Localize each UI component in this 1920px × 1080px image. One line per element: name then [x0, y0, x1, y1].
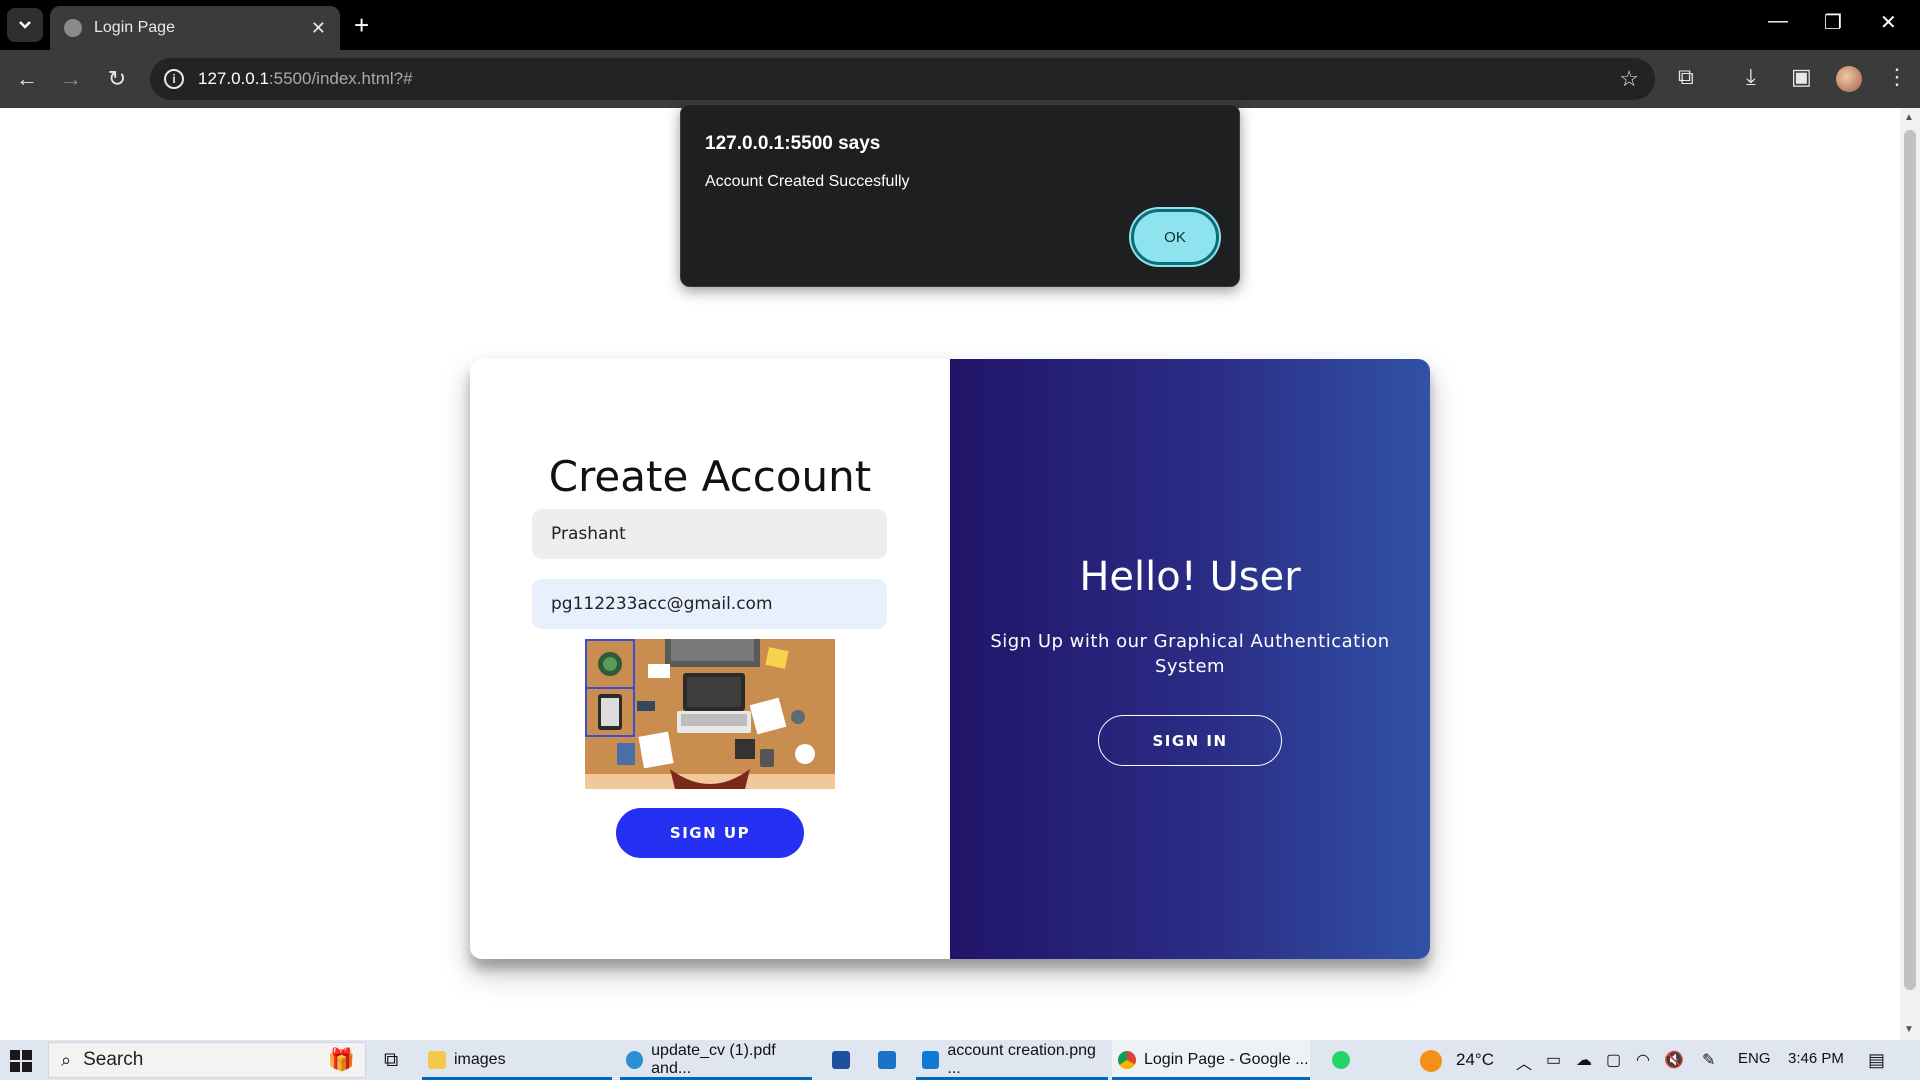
graphical-password-image[interactable]	[585, 639, 835, 789]
create-account-heading: Create Account	[548, 452, 872, 501]
taskbar-item-label: account creation.png ...	[947, 1042, 1096, 1077]
site-info-icon[interactable]: i	[164, 69, 184, 89]
scrollbar-thumb[interactable]	[1904, 130, 1916, 990]
display-icon[interactable]: ▢	[1606, 1050, 1621, 1070]
vscode-icon	[922, 1051, 940, 1069]
extensions-icon[interactable]: ⧉	[1678, 64, 1694, 90]
taskbar-item-label: images	[454, 1051, 506, 1068]
battery-icon[interactable]: ▭	[1546, 1050, 1561, 1070]
taskbar-item-label: Login Page - Google ...	[1144, 1051, 1309, 1068]
browser-tab-strip: Login Page ✕ + — ❐ ✕	[0, 0, 1920, 50]
folder-icon	[428, 1051, 446, 1069]
ok-button[interactable]: OK	[1131, 209, 1219, 265]
gift-icon: 🎁	[327, 1047, 355, 1072]
minimize-icon[interactable]: —	[1768, 10, 1788, 33]
side-panel-icon[interactable]: ▣	[1791, 64, 1812, 90]
taskbar-item-images[interactable]: images	[422, 1040, 612, 1080]
profile-avatar[interactable]	[1836, 66, 1862, 92]
mail-icon[interactable]	[872, 1040, 904, 1080]
taskbar-item-chrome[interactable]: Login Page - Google ...	[1112, 1040, 1310, 1080]
email-input[interactable]: pg112233acc@gmail.com	[532, 579, 887, 629]
forward-icon[interactable]: →	[56, 64, 86, 94]
windows-taskbar: ⌕ Search 🎁 ⧉ images update_cv (1).pdf an…	[0, 1040, 1920, 1080]
url-host: 127.0.0.1	[198, 69, 269, 88]
overlay-subtext: Sign Up with our Graphical Authenticatio…	[990, 631, 1390, 677]
browser-toolbar: ← → ↻ i 127.0.0.1:5500/index.html?# ☆ ⧉ …	[0, 50, 1920, 108]
notifications-icon[interactable]: ▤	[1868, 1050, 1885, 1071]
globe-icon	[64, 19, 82, 37]
tab-search-button[interactable]	[7, 8, 43, 42]
overlay-panel: Hello! User Sign Up with our Graphical A…	[950, 359, 1430, 959]
dialog-message: Account Created Succesfully	[705, 173, 910, 190]
bookmark-star-icon[interactable]: ☆	[1619, 66, 1639, 92]
window-close-icon[interactable]: ✕	[1880, 10, 1897, 35]
whatsapp-icon-glyph	[1332, 1051, 1350, 1069]
name-input[interactable]: Prashant	[532, 509, 887, 559]
taskbar-item-vscode[interactable]: account creation.png ...	[916, 1040, 1108, 1080]
address-bar[interactable]: i 127.0.0.1:5500/index.html?# ☆	[150, 58, 1655, 100]
alert-dialog: 127.0.0.1:5500 says Account Created Succ…	[680, 104, 1240, 287]
tab-close-icon[interactable]: ✕	[311, 18, 326, 39]
download-icon[interactable]: ⤓	[1746, 64, 1756, 90]
sign-in-button[interactable]: SIGN IN	[1098, 715, 1282, 766]
selected-tile-2[interactable]	[585, 687, 635, 737]
edge-icon	[626, 1051, 644, 1069]
store-icon[interactable]	[826, 1040, 858, 1080]
reload-icon[interactable]: ↻	[102, 64, 132, 94]
taskbar-search-label: Search	[83, 1049, 144, 1070]
sign-up-button[interactable]: SIGN UP	[616, 808, 804, 858]
weather-sun-icon[interactable]	[1420, 1050, 1442, 1077]
tab-title: Login Page	[94, 19, 175, 36]
taskbar-search[interactable]: ⌕ Search 🎁	[48, 1042, 366, 1078]
page-scrollbar[interactable]: ▲ ▼	[1900, 108, 1920, 1040]
dialog-title: 127.0.0.1:5500 says	[705, 133, 881, 154]
new-tab-button[interactable]: +	[354, 10, 369, 40]
clock[interactable]: 3:46 PM	[1788, 1050, 1844, 1067]
wifi-icon[interactable]: ◠	[1636, 1050, 1650, 1070]
restore-icon[interactable]: ❐	[1824, 10, 1842, 35]
selected-tile-1[interactable]	[585, 639, 635, 689]
chrome-icon	[1118, 1051, 1136, 1069]
search-icon: ⌕	[61, 1049, 72, 1070]
store-icon-glyph	[832, 1051, 850, 1069]
language-indicator[interactable]: ENG	[1738, 1050, 1771, 1067]
chevron-down-icon	[19, 21, 31, 29]
scroll-up-icon[interactable]: ▲	[1904, 112, 1914, 123]
hello-heading: Hello! User	[1079, 554, 1301, 600]
scroll-down-icon[interactable]: ▼	[1904, 1024, 1914, 1035]
tray-chevron-icon[interactable]: ︿	[1516, 1050, 1532, 1074]
back-icon[interactable]: ←	[12, 64, 42, 94]
task-view-icon[interactable]: ⧉	[378, 1040, 398, 1080]
taskbar-item-edge[interactable]: update_cv (1).pdf and...	[620, 1040, 812, 1080]
taskbar-item-label: update_cv (1).pdf and...	[651, 1042, 776, 1077]
url-path: :5500/index.html?#	[268, 69, 413, 88]
whatsapp-icon[interactable]	[1326, 1040, 1358, 1080]
pen-icon[interactable]: ✎	[1702, 1050, 1715, 1070]
speaker-muted-icon[interactable]: 🔇	[1664, 1050, 1684, 1070]
signup-panel: Create Account Prashant pg112233acc@gmai…	[470, 359, 950, 959]
mail-icon-glyph	[878, 1051, 896, 1069]
menu-kebab-icon[interactable]: ⋮	[1886, 64, 1908, 90]
browser-tab-active[interactable]: Login Page ✕	[50, 6, 340, 50]
windows-start-icon[interactable]	[10, 1050, 32, 1072]
auth-card: Create Account Prashant pg112233acc@gmai…	[470, 359, 1430, 959]
weather-temp[interactable]: 24°C	[1456, 1050, 1494, 1070]
onedrive-icon[interactable]: ☁	[1576, 1050, 1592, 1070]
